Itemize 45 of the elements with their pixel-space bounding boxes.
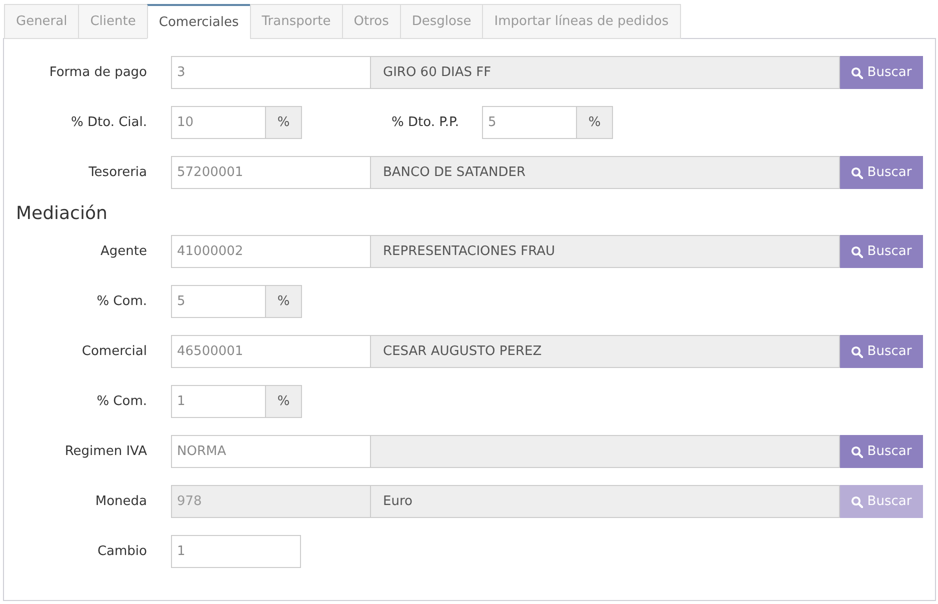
tab[interactable]: Importar líneas de pedidos [482, 4, 681, 39]
search-icon [851, 496, 864, 508]
code-field[interactable]: 46500001 [171, 335, 371, 368]
unit-addon: % [265, 106, 302, 139]
description-field: GIRO 60 DIAS FF [370, 56, 840, 89]
search-icon [851, 166, 864, 178]
field-label: Regimen IVA [64, 444, 147, 459]
field-label: Forma de pago [48, 65, 147, 80]
code-field[interactable]: 3 [171, 56, 371, 89]
code-field[interactable]: NORMA [171, 435, 371, 468]
tab[interactable]: Otros [342, 4, 401, 39]
search-icon [851, 346, 864, 358]
description-field: Euro [370, 485, 840, 518]
field-label: % Dto. P.P. [390, 115, 459, 130]
text-field[interactable]: 1 [171, 535, 301, 568]
unit-addon: % [265, 385, 302, 418]
field-label: Tesoreria [88, 165, 147, 180]
search-button[interactable]: Buscar [840, 335, 923, 368]
field-label: Cambio [96, 544, 147, 559]
tab[interactable]: Cliente [78, 4, 148, 39]
search-button[interactable]: Buscar [840, 435, 923, 468]
search-icon [851, 66, 864, 78]
field-label: Moneda [94, 494, 147, 509]
search-button[interactable]: Buscar [840, 235, 923, 268]
field-label: % Dto. Cial. [70, 115, 147, 130]
description-field: CESAR AUGUSTO PEREZ [370, 335, 840, 368]
search-button[interactable]: Buscar [840, 56, 923, 89]
search-icon [851, 446, 864, 458]
tab[interactable]: Transporte [250, 4, 343, 39]
section-heading: Mediación [16, 202, 108, 226]
unit-addon: % [576, 106, 613, 139]
tab[interactable]: Comerciales [146, 4, 251, 39]
code-field[interactable]: 57200001 [171, 156, 371, 189]
code-field[interactable]: 41000002 [171, 235, 371, 268]
field-label: Comercial [80, 344, 147, 359]
search-icon [851, 246, 864, 258]
unit-addon: % [265, 285, 302, 318]
description-field: BANCO DE SATANDER [370, 156, 840, 189]
description-field: REPRESENTACIONES FRAU [370, 235, 840, 268]
field-label: Agente [100, 244, 147, 259]
tab[interactable]: Desglose [400, 4, 484, 39]
tab[interactable]: General [4, 4, 80, 39]
field-label: % Com. [96, 394, 147, 409]
field-label: % Com. [96, 294, 147, 309]
search-button[interactable]: Buscar [840, 156, 923, 189]
